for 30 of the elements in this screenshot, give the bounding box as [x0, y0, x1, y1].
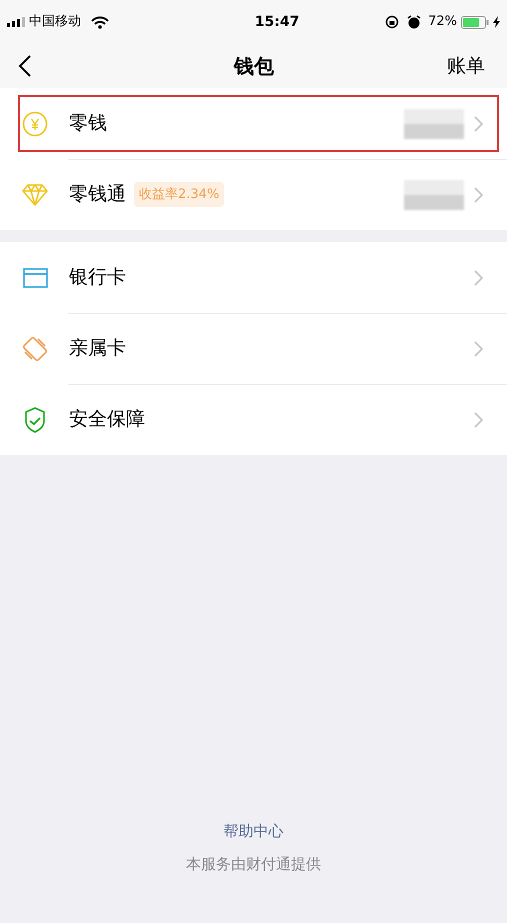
signal-icon [7, 17, 25, 27]
chevron-right-icon [474, 116, 483, 132]
cards-icon [22, 336, 48, 362]
provider-note: 本服务由财付通提供 [186, 854, 321, 874]
wifi-icon [91, 16, 109, 28]
chevron-right-icon [474, 412, 483, 428]
item-label: 零钱 [69, 111, 107, 136]
battery-percent: 72% [428, 13, 457, 32]
yen-coin-icon [22, 110, 48, 136]
item-label: 银行卡 [69, 265, 126, 290]
battery-icon [460, 16, 489, 28]
item-label: 亲属卡 [69, 336, 126, 362]
yield-rate-tag: 收益率2.34% [134, 182, 224, 208]
item-label: 安全保障 [69, 407, 145, 432]
chevron-right-icon [474, 270, 483, 286]
alarm-icon [407, 15, 422, 29]
bill-link[interactable]: 账单 [447, 52, 485, 80]
charging-icon [492, 16, 500, 28]
rotation-lock-icon [385, 15, 400, 29]
page-title: 钱包 [234, 53, 274, 80]
carrier-text: 中国移动 [29, 13, 81, 32]
item-label: 零钱通 [69, 182, 126, 208]
chevron-right-icon [474, 340, 483, 356]
back-icon[interactable] [18, 55, 31, 77]
clock-time: 15:47 [254, 12, 300, 32]
help-center-link[interactable]: 帮助中心 [224, 820, 284, 842]
chevron-right-icon [474, 186, 483, 202]
diamond-icon [22, 184, 48, 206]
shield-check-icon [24, 406, 46, 432]
bank-card-icon [22, 268, 48, 288]
